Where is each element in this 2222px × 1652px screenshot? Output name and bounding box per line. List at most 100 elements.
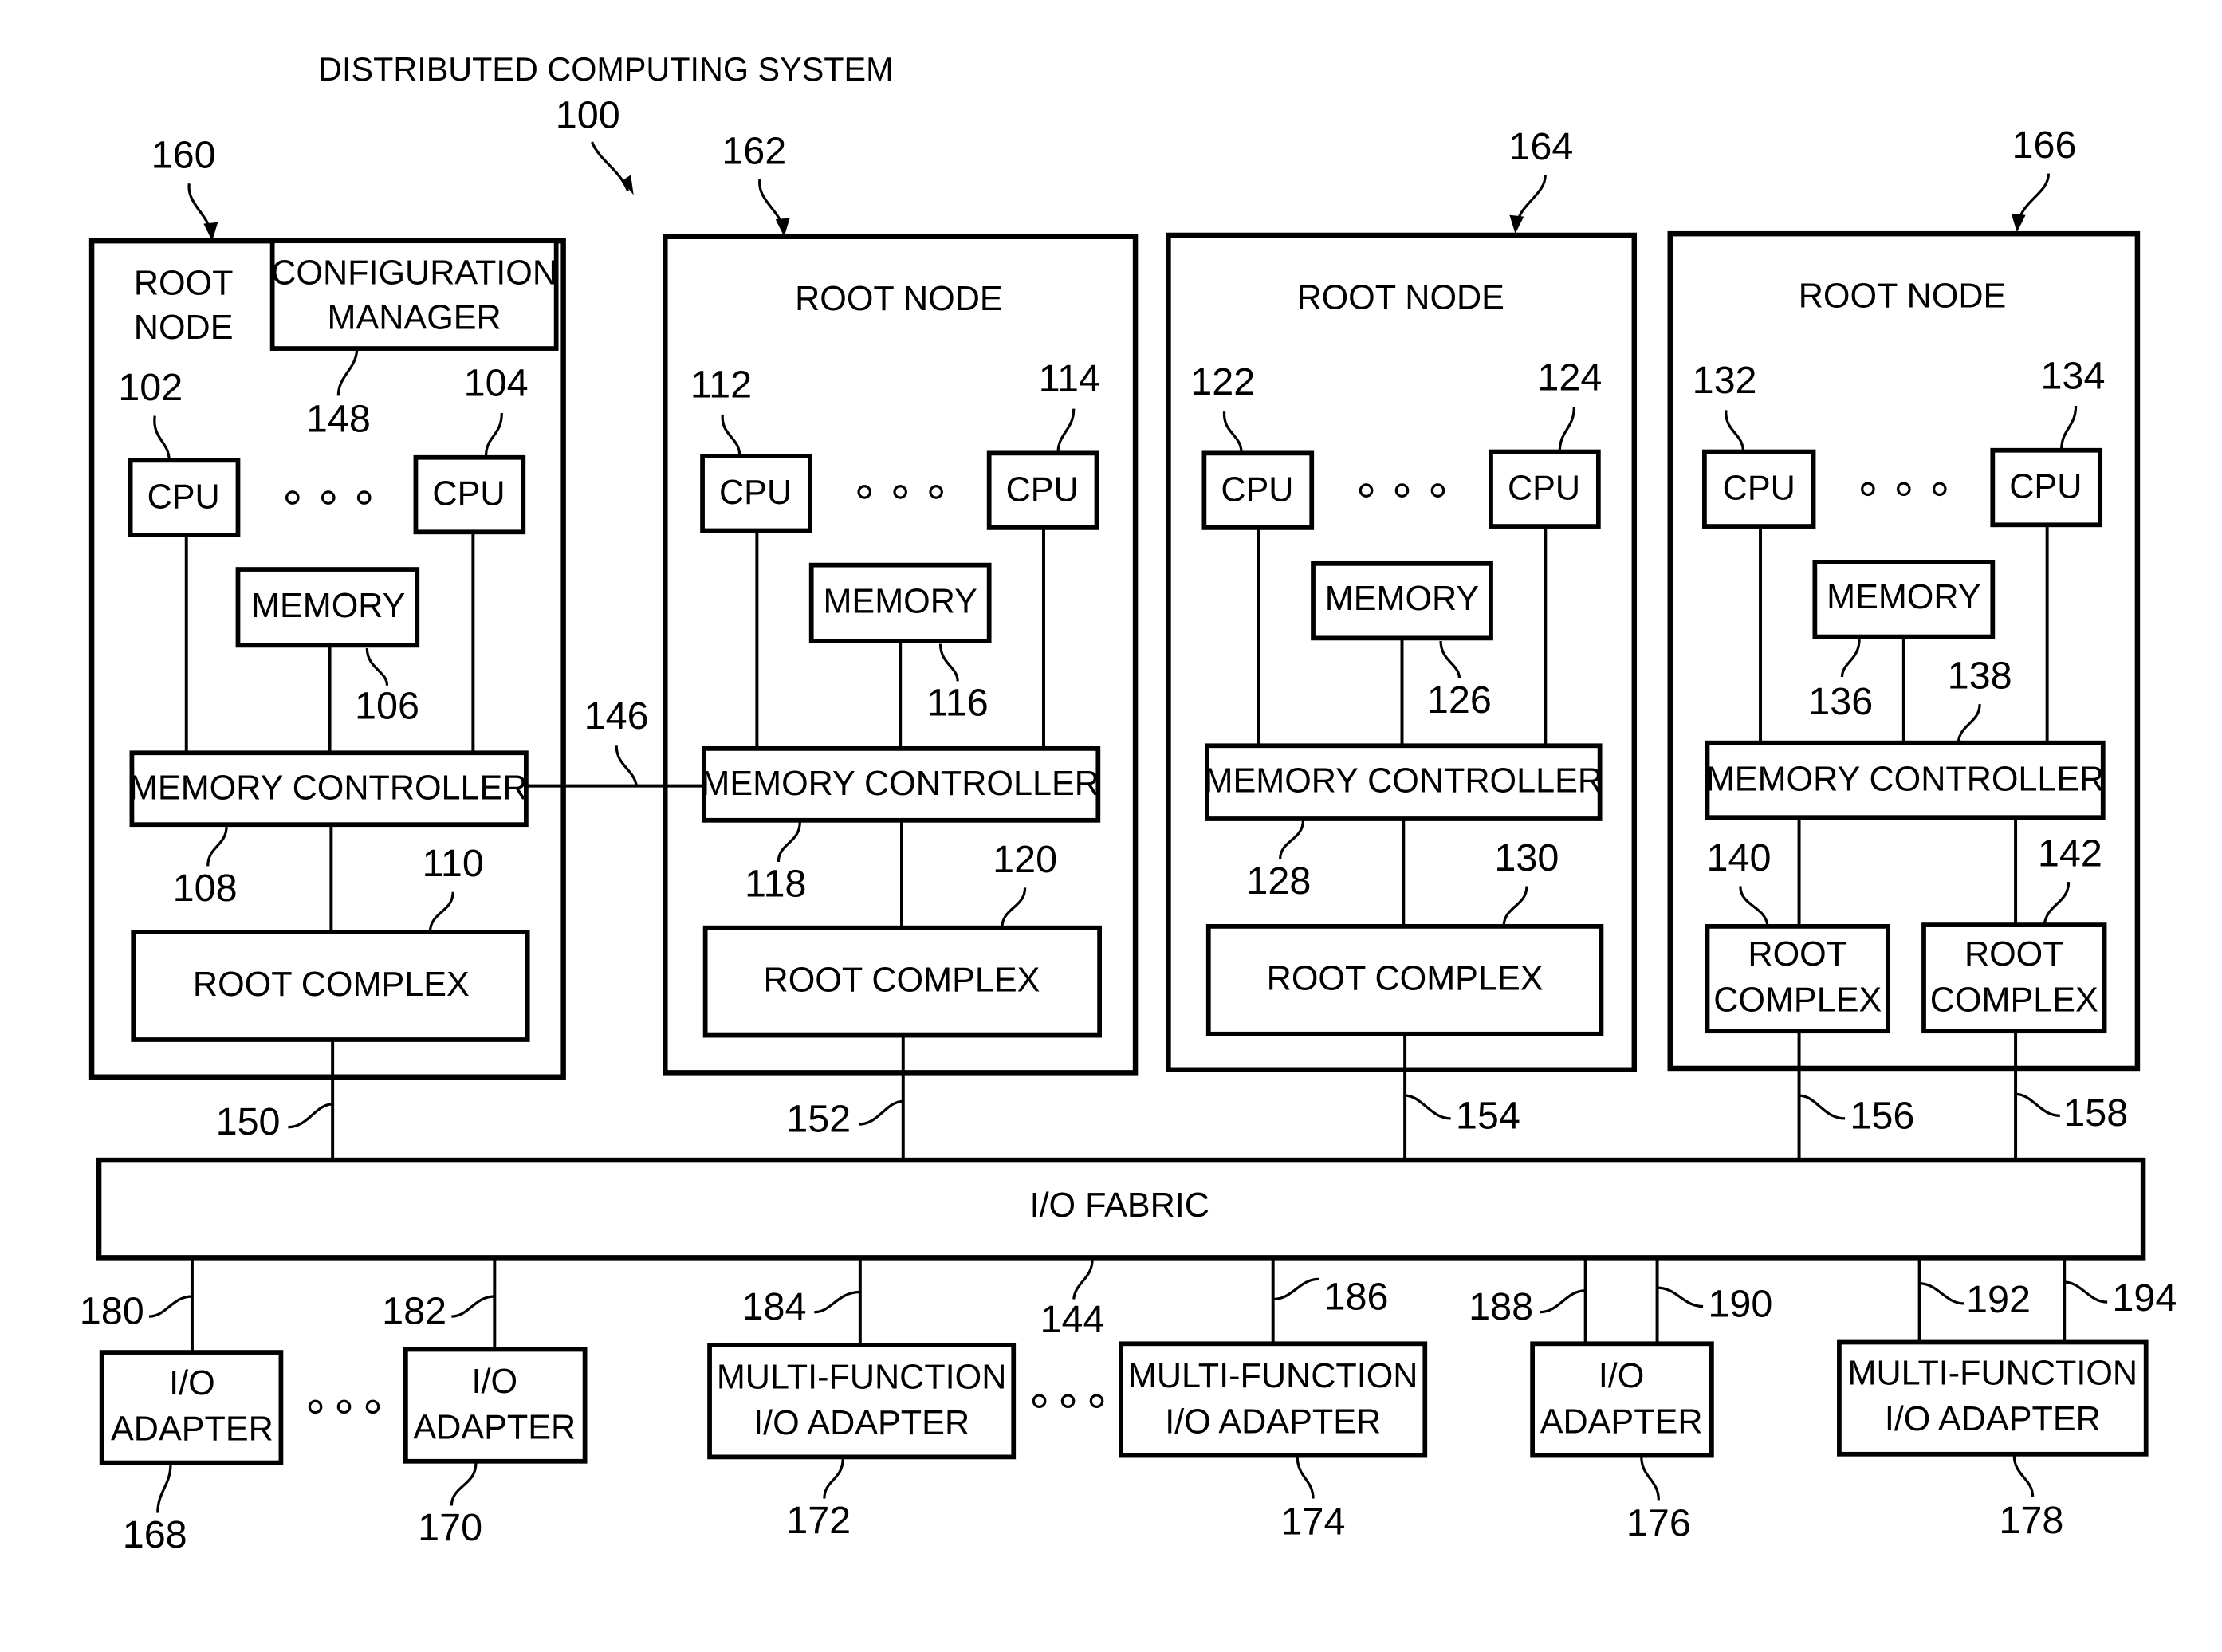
memory-controller-label: MEMORY CONTROLLER: [1205, 761, 1603, 800]
io-fabric[interactable]: I/O FABRIC: [96, 1157, 2146, 1261]
cpu-112[interactable]: CPU: [700, 454, 812, 533]
ref-label: 108: [173, 867, 238, 910]
diagram-title: DISTRIBUTED COMPUTING SYSTEM: [318, 51, 893, 88]
io-adapter-176[interactable]: I/O ADAPTER: [1530, 1341, 1714, 1458]
memory-controller-128[interactable]: MEMORY CONTROLLER: [1205, 743, 1603, 821]
io-adapter-168[interactable]: I/O ADAPTER: [99, 1350, 284, 1465]
ref-label: 168: [123, 1513, 187, 1556]
memory-126[interactable]: MEMORY: [1311, 560, 1493, 641]
configuration-manager[interactable]: CONFIGURATION MANAGER: [269, 238, 559, 351]
cpu-124[interactable]: CPU: [1489, 449, 1601, 529]
ref-lead: [1657, 1286, 1704, 1308]
ref-label: 120: [993, 838, 1057, 881]
cpu-label: CPU: [432, 475, 505, 513]
ref-label: 192: [1966, 1278, 2031, 1321]
ref-lead: [814, 1290, 860, 1314]
adapter-176: 188 190 I/O ADAPTER 176: [1469, 1257, 1772, 1545]
ref-label: 122: [1190, 360, 1255, 403]
memory-controller-label: MEMORY CONTROLLER: [1706, 761, 2105, 799]
ref-label: 148: [306, 398, 371, 441]
memory-controller-label: MEMORY CONTROLLER: [129, 769, 528, 807]
ref-label: 176: [1626, 1502, 1691, 1545]
cpu-104[interactable]: CPU: [413, 454, 526, 535]
root-complex-label: ROOT COMPLEX: [193, 966, 470, 1004]
cpu-label: CPU: [1221, 470, 1293, 509]
root-node-164: 164 ROOT NODE 122 CPU 124 CPU MEMORY 126: [1166, 125, 1638, 1161]
ref-lead: [336, 349, 359, 396]
ref-label: 138: [1948, 655, 2012, 698]
ref-label: 106: [355, 684, 419, 727]
adapter-label: ADAPTER: [1540, 1402, 1703, 1441]
ref-label: 128: [1246, 859, 1311, 903]
root-node-162: 162 ROOT NODE 112 CPU 114 CPU MEMORY 116: [663, 129, 1139, 1162]
ref-lead: [1502, 886, 1528, 927]
cpu-label: CPU: [1508, 470, 1580, 508]
ellipsis-icon: [308, 1399, 380, 1414]
root-complex-120[interactable]: ROOT COMPLEX: [702, 925, 1102, 1038]
cpu-122[interactable]: CPU: [1201, 450, 1315, 530]
ref-label: 134: [2041, 355, 2106, 398]
ref-label: 194: [2112, 1276, 2177, 1320]
memory-136[interactable]: MEMORY: [1812, 560, 1996, 639]
root-complex-label: ROOT: [1748, 935, 1847, 974]
ref-lead: [1739, 886, 1769, 927]
io-adapter-170[interactable]: I/O ADAPTER: [403, 1347, 588, 1464]
ref-lead: [206, 825, 228, 867]
ref-lead: [484, 412, 503, 457]
memory-label: MEMORY: [1827, 578, 1980, 616]
cpu-label: CPU: [1006, 470, 1079, 509]
memory-106[interactable]: MEMORY: [235, 567, 420, 648]
ref-label: 174: [1281, 1501, 1346, 1544]
ref-lead: [1404, 1094, 1451, 1120]
ref-label: 188: [1469, 1285, 1533, 1328]
arrowhead-icon: [775, 218, 790, 237]
multi-function-io-adapter-178[interactable]: MULTI-FUNCTION I/O ADAPTER: [1837, 1339, 2149, 1457]
root-complex-label: COMPLEX: [1930, 981, 2098, 1020]
memory-116[interactable]: MEMORY: [808, 562, 992, 643]
memory-controller-118[interactable]: MEMORY CONTROLLER: [701, 745, 1101, 823]
cpu-102[interactable]: CPU: [128, 458, 241, 537]
cpu-114[interactable]: CPU: [986, 450, 1099, 530]
root-complex-label: ROOT COMPLEX: [1267, 960, 1544, 998]
ref-lead: [2015, 1092, 2060, 1117]
root-node-label: NODE: [134, 309, 234, 347]
ref-lead: [1957, 703, 1981, 743]
ref-lead: [777, 821, 801, 863]
io-fabric-label: I/O FABRIC: [1030, 1186, 1209, 1225]
adapter-172: 184 MULTI-FUNCTION I/O ADAPTER 172: [707, 1257, 1017, 1542]
cpu-134[interactable]: CPU: [1990, 447, 2103, 528]
ref-label: 184: [741, 1285, 806, 1328]
ref-label: 124: [1537, 356, 1602, 399]
cpu-132[interactable]: CPU: [1702, 449, 1816, 529]
root-complex-110[interactable]: ROOT COMPLEX: [131, 930, 530, 1042]
adapter-label: I/O ADAPTER: [1885, 1400, 2101, 1438]
ref-label: 132: [1693, 359, 1757, 402]
adapter-label: I/O: [472, 1363, 518, 1401]
multi-function-io-adapter-172[interactable]: MULTI-FUNCTION I/O ADAPTER: [707, 1343, 1017, 1460]
ref-lead: [2043, 882, 2071, 926]
ref-label: 118: [745, 862, 806, 905]
ref-label: 136: [1808, 680, 1873, 723]
ref-label: 182: [382, 1289, 446, 1332]
memory-controller-108[interactable]: MEMORY CONTROLLER: [129, 750, 529, 828]
memory-controller-138[interactable]: MEMORY CONTROLLER: [1705, 740, 2106, 820]
ellipsis-icon: [1861, 482, 1947, 497]
memory-label: MEMORY: [1325, 580, 1479, 618]
ref-label: 180: [80, 1289, 144, 1332]
ref-lead: [1840, 639, 1861, 678]
adapter-label: MULTI-FUNCTION: [1848, 1354, 2138, 1392]
root-complex-140[interactable]: ROOT COMPLEX: [1705, 924, 1890, 1034]
ref-lead: [1799, 1094, 1846, 1120]
root-complex-130[interactable]: ROOT COMPLEX: [1205, 924, 1604, 1036]
ref-lead: [1222, 411, 1243, 454]
cpu-label: CPU: [2009, 468, 2082, 506]
ref-lead: [1072, 1259, 1094, 1300]
multi-function-io-adapter-174[interactable]: MULTI-FUNCTION I/O ADAPTER: [1119, 1341, 1428, 1458]
ref-lead: [1001, 887, 1027, 928]
ref-label: 146: [584, 694, 649, 738]
root-complex-142[interactable]: ROOT COMPLEX: [1921, 922, 2107, 1034]
ref-lead: [1439, 640, 1461, 678]
ellipsis-icon: [1359, 483, 1445, 498]
ref-label: 114: [1039, 357, 1100, 400]
ref-label: 150: [216, 1100, 281, 1143]
